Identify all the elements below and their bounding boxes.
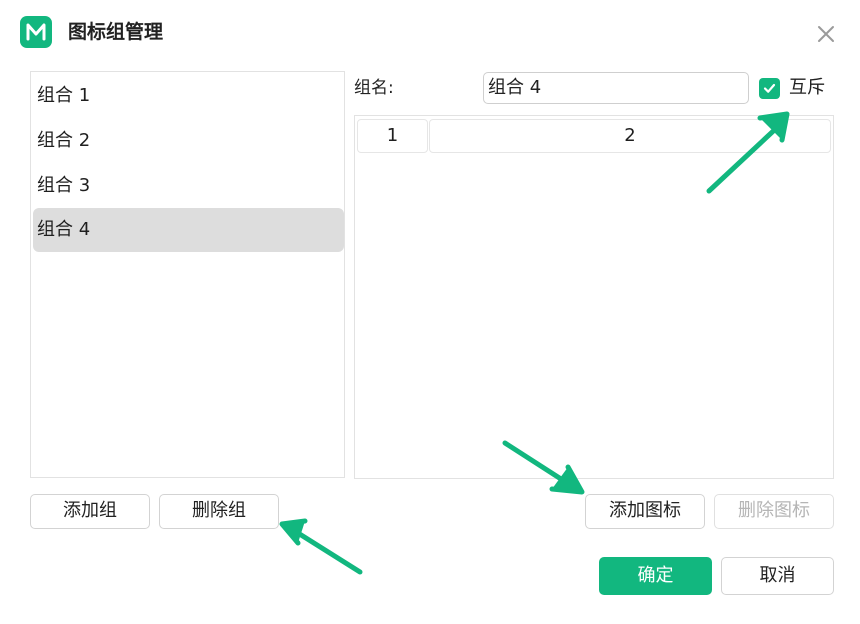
annotation-arrow-mutex bbox=[706, 111, 790, 194]
annotation-arrow-delete-group bbox=[279, 518, 363, 575]
annotation-arrow-add-icon bbox=[502, 440, 585, 495]
annotation-arrows bbox=[279, 111, 790, 575]
